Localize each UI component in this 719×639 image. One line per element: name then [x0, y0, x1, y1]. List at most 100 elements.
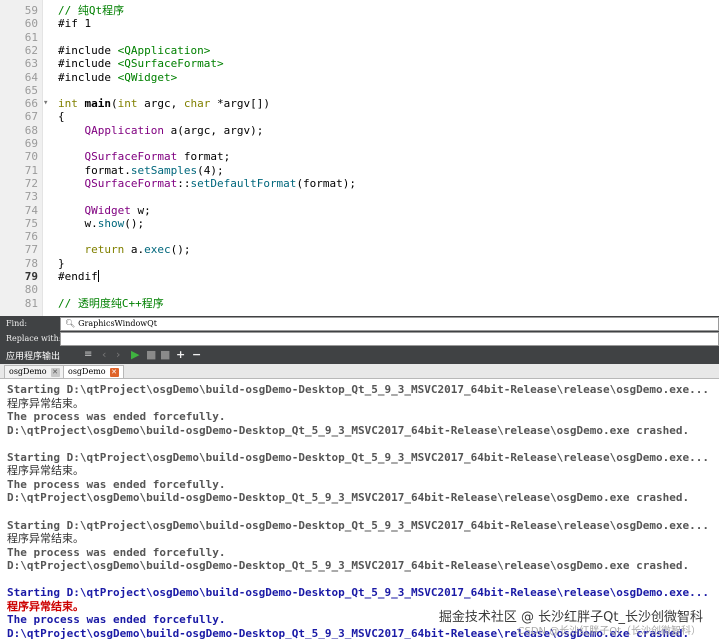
code-line: 63 #include <QSurfaceFormat>	[0, 57, 719, 70]
line-number: 77	[24, 243, 38, 257]
code-line: 66 ▾ int main(int argc, char *argv[])	[0, 97, 719, 110]
output-tabs: osgDemo ✕ osgDemo ✕	[0, 364, 719, 379]
watermark-csdn: CSDN @长沙红胖子Qt（长沙创微智科）	[517, 626, 701, 637]
code-text: // 纯Qt程序	[58, 4, 125, 17]
code-line: 70 QSurfaceFormat format;	[0, 150, 719, 163]
search-icon: 🔍︎	[65, 319, 76, 328]
code-line: 79 #endif	[0, 270, 719, 283]
stop-icon[interactable]: ■	[146, 348, 156, 362]
code-text: #include <QWidget>	[58, 70, 178, 84]
code-text: QWidget w;	[84, 203, 151, 217]
output-line: The process was ended forcefully.	[7, 545, 226, 559]
code-line: 68 QApplication a(argc, argv);	[0, 124, 719, 137]
code-line: 73	[0, 190, 719, 203]
output-line: Starting D:\qtProject\osgDemo\build-osgD…	[7, 586, 709, 600]
code-text: return a.exec();	[84, 243, 191, 257]
fold-arrow-icon[interactable]: ▾	[43, 97, 48, 110]
code-line: 71 format.setSamples(4);	[0, 164, 719, 177]
code-line: 78}	[0, 257, 719, 270]
output-line: 程序异常结束。	[7, 464, 84, 478]
code-line: 65	[0, 84, 719, 97]
line-number: 67	[24, 110, 38, 124]
line-number: 62	[24, 43, 38, 57]
code-editor[interactable]: 59 // 纯Qt程序 60 #if 1 61 62 #include <QApplicat…	[0, 0, 719, 316]
line-number: 79	[24, 270, 38, 283]
output-pane-title: 应用程序输出	[6, 352, 61, 362]
code-line: 72 QSurfaceFormat::setDefaultFormat(form…	[0, 177, 719, 190]
output-toolbar: 应用程序输出 ≡ ‹ › ▶ ■ ■ + −	[0, 347, 719, 364]
code-text: int main(int argc, char *argv[])	[58, 97, 270, 111]
code-line: 69	[0, 137, 719, 150]
application-output[interactable]: Starting D:\qtProject\osgDemo\build-osgD…	[0, 379, 719, 639]
line-number: 74	[24, 203, 38, 217]
close-icon[interactable]: ✕	[50, 368, 60, 377]
line-number: 68	[24, 123, 38, 137]
line-number: 75	[24, 216, 38, 230]
output-line: 程序异常结束。	[7, 396, 84, 410]
code-text: #if 1	[58, 17, 92, 31]
line-number: 59	[24, 4, 38, 17]
code-line: 62 #include <QApplication>	[0, 44, 719, 57]
line-number: 60	[24, 17, 38, 31]
zoom-out-icon[interactable]: −	[192, 348, 201, 362]
code-text: {	[58, 110, 65, 124]
line-number: 66	[24, 97, 38, 111]
replace-input[interactable]	[60, 332, 719, 346]
line-number: 80	[24, 283, 38, 297]
find-label: Find:	[6, 319, 28, 328]
next-icon[interactable]: ›	[116, 348, 120, 362]
output-line: Starting D:\qtProject\osgDemo\build-osgD…	[7, 383, 709, 396]
find-input[interactable]: 🔍︎ GraphicsWindowQt	[60, 317, 719, 331]
find-input-value: GraphicsWindowQt	[78, 319, 157, 328]
output-line: D:\qtProject\osgDemo\build-osgDemo-Deskt…	[7, 559, 690, 573]
code-text: format.setSamples(4);	[58, 163, 224, 177]
line-number: 69	[24, 137, 38, 150]
code-line: 61	[0, 31, 719, 44]
tab-osgdemo-1[interactable]: osgDemo ✕	[4, 365, 65, 378]
code-text: QSurfaceFormat format;	[84, 150, 231, 164]
run-icon[interactable]: ▶	[131, 348, 139, 362]
line-number: 63	[24, 57, 38, 71]
code-text: #include <QSurfaceFormat>	[58, 57, 224, 71]
code-line: 77 return a.exec();	[0, 243, 719, 256]
code-line: 64 #include <QWidget>	[0, 71, 719, 84]
code-text: // 透明度纯C++程序	[58, 296, 164, 310]
close-icon[interactable]: ✕	[109, 368, 119, 377]
code-text: #include <QApplication>	[58, 43, 211, 57]
line-number: 70	[24, 150, 38, 164]
output-line: The process was ended forcefully.	[7, 410, 226, 424]
line-number: 73	[24, 190, 38, 204]
code-line: 81 // 透明度纯C++程序	[0, 297, 719, 310]
code-line: 60 #if 1	[0, 17, 719, 30]
line-number: 78	[24, 256, 38, 270]
output-line: D:\qtProject\osgDemo\build-osgDemo-Deskt…	[7, 423, 690, 437]
zoom-in-icon[interactable]: +	[176, 348, 185, 362]
code-text: w.show();	[58, 216, 145, 230]
code-text: QApplication a(argc, argv);	[84, 123, 264, 137]
line-number: 71	[24, 163, 38, 177]
output-line: D:\qtProject\osgDemo\build-osgDemo-Deskt…	[7, 491, 690, 505]
tab-label: osgDemo	[68, 367, 106, 376]
output-line: The process was ended forcefully.	[7, 477, 226, 491]
output-line: Starting D:\qtProject\osgDemo\build-osgD…	[7, 518, 709, 532]
code-text: #endif	[58, 270, 99, 283]
code-line: 76	[0, 230, 719, 243]
code-text: QSurfaceFormat::setDefaultFormat(format)…	[84, 176, 357, 190]
line-number: 61	[24, 30, 38, 44]
line-number: 81	[24, 296, 38, 310]
attach-icon[interactable]: ■	[160, 348, 170, 362]
code-line: 59 // 纯Qt程序	[0, 4, 719, 17]
line-number: 72	[24, 176, 38, 190]
tab-osgdemo-2[interactable]: osgDemo ✕	[63, 365, 124, 378]
code-line: 75 w.show();	[0, 217, 719, 230]
filter-icon[interactable]: ≡	[84, 348, 92, 362]
code-line: 80	[0, 283, 719, 296]
code-line: 74 QWidget w;	[0, 204, 719, 217]
prev-icon[interactable]: ‹	[102, 348, 106, 362]
replace-label: Replace with:	[6, 334, 62, 343]
line-number: 64	[24, 70, 38, 84]
find-replace-bar: Find: 🔍︎ GraphicsWindowQt Replace with:	[0, 316, 719, 347]
